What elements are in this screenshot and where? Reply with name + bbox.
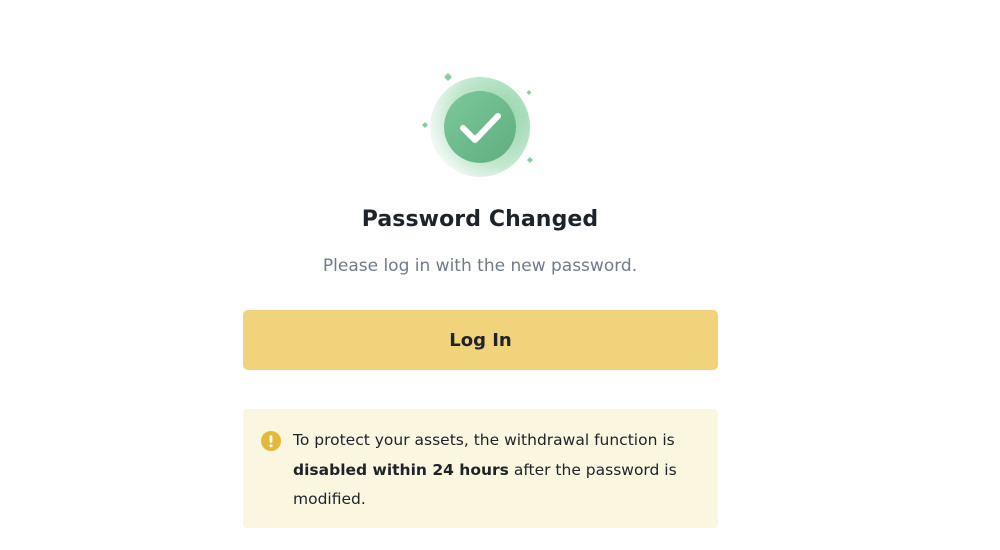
sparkle-icon xyxy=(527,157,533,163)
password-changed-page: Password Changed Please log in with the … xyxy=(0,0,1000,550)
sparkle-icon xyxy=(444,73,452,81)
page-title: Password Changed xyxy=(361,207,599,232)
sparkle-icon xyxy=(422,122,428,128)
login-button[interactable]: Log In xyxy=(243,310,718,370)
withdrawal-notice: To protect your assets, the withdrawal f… xyxy=(243,409,718,528)
sparkle-icon xyxy=(526,90,532,95)
notice-text-bold: disabled within 24 hours xyxy=(293,460,509,479)
success-check-icon xyxy=(422,73,533,177)
notice-text: To protect your assets, the withdrawal f… xyxy=(293,426,703,515)
exclamation-circle-icon xyxy=(261,431,281,451)
page-subtitle: Please log in with the new password. xyxy=(322,256,638,276)
notice-text-before: To protect your assets, the withdrawal f… xyxy=(293,431,675,449)
